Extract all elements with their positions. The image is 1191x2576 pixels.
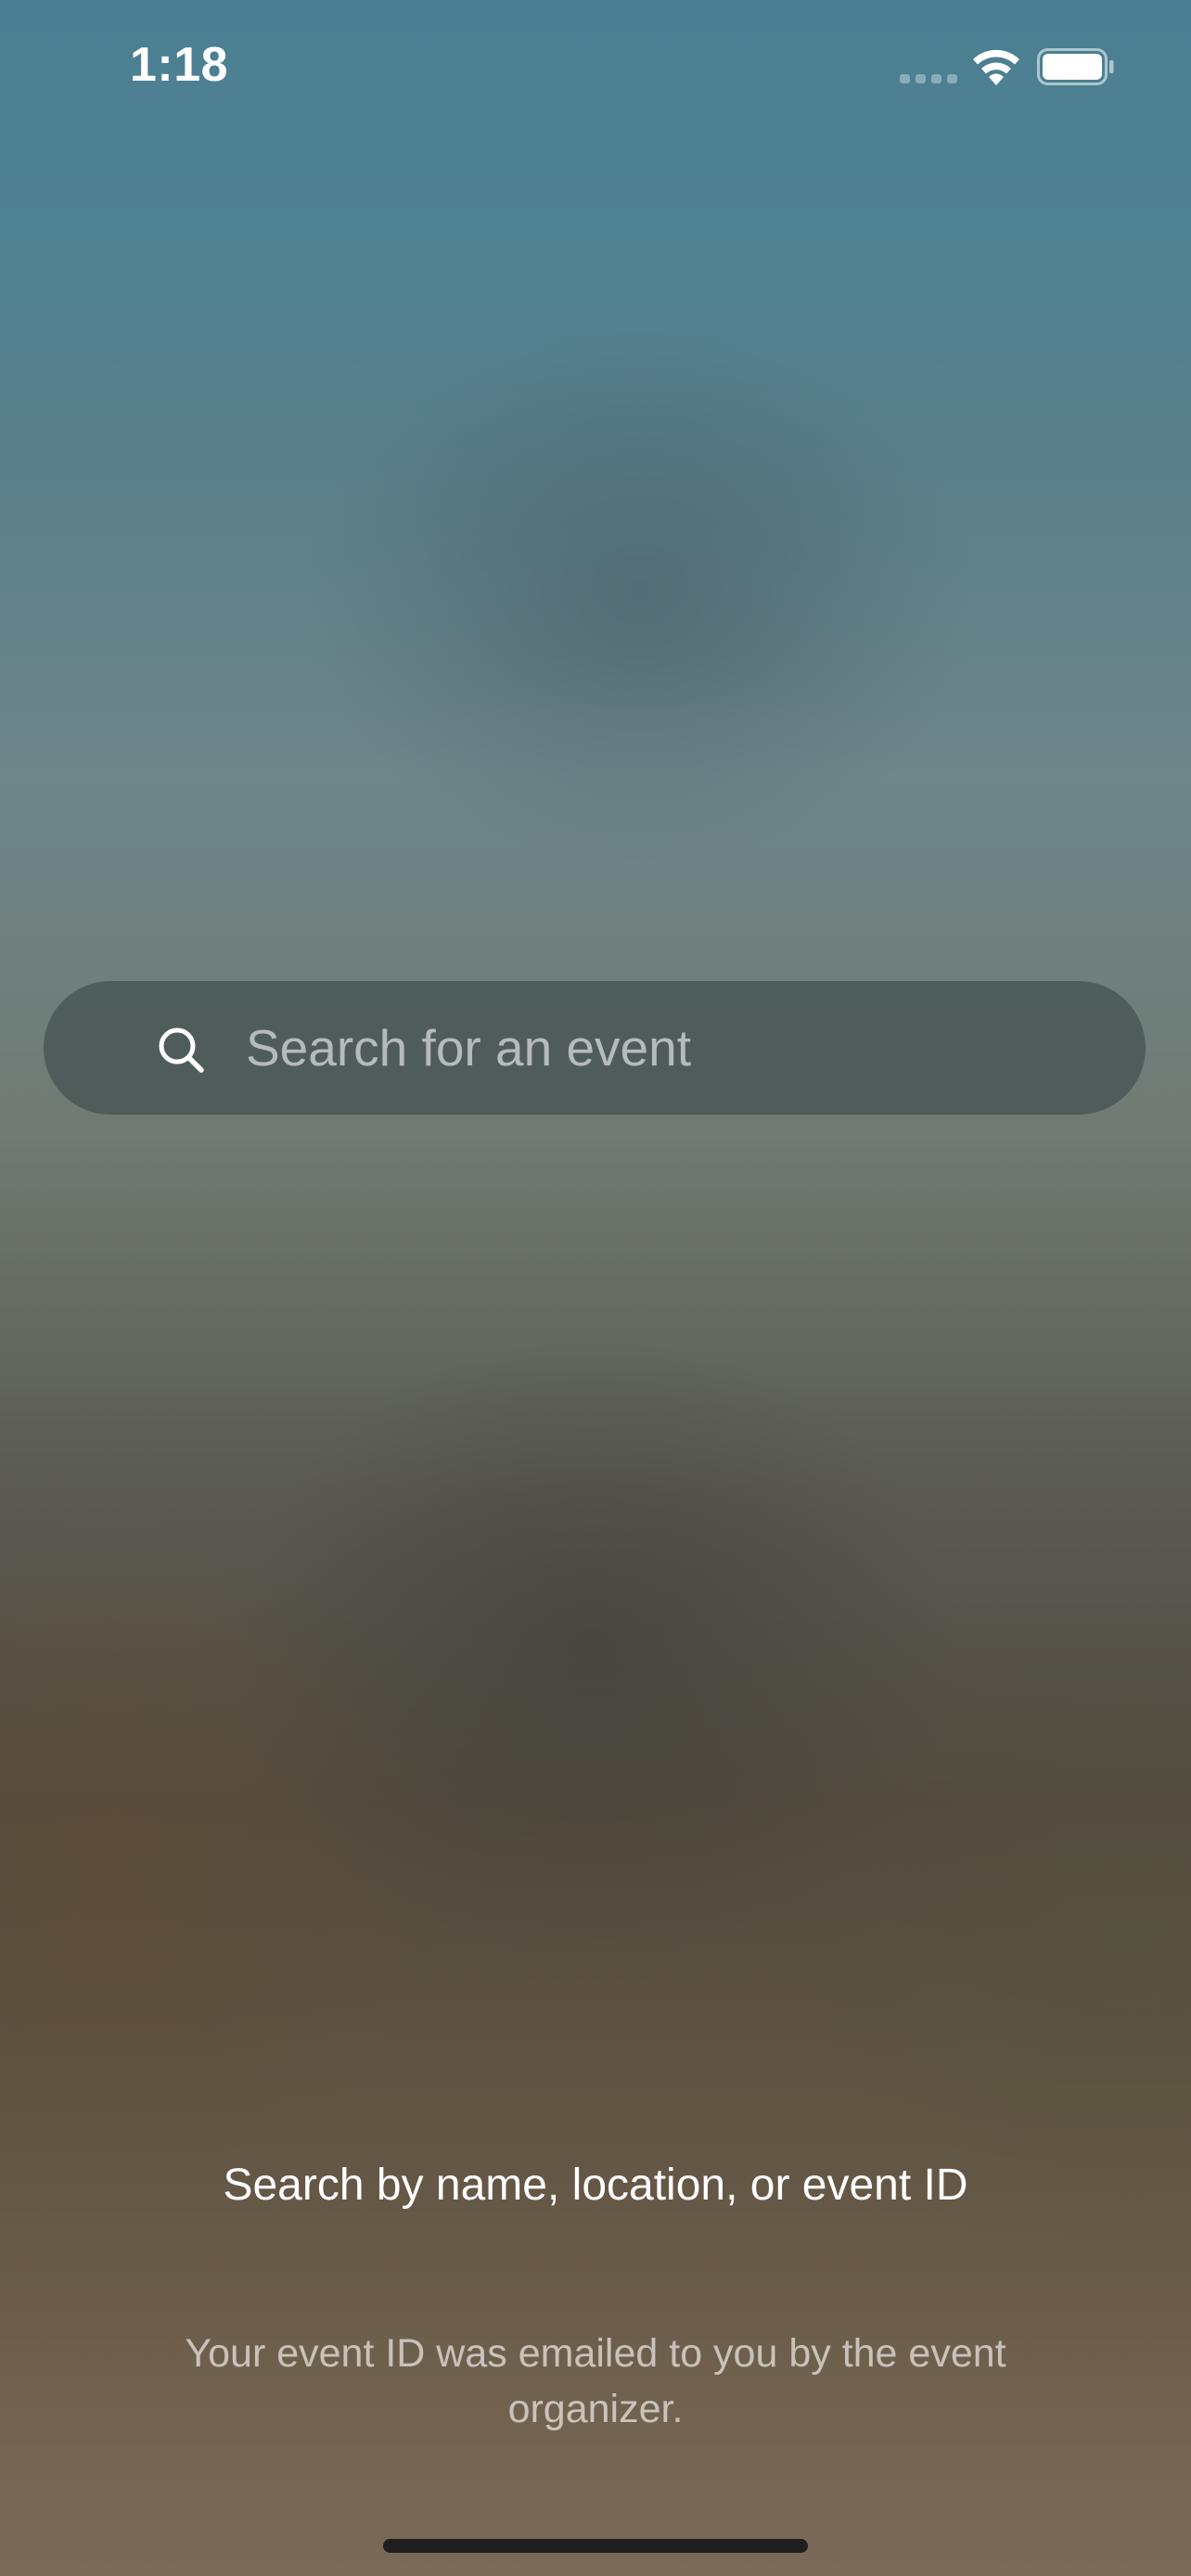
status-bar: 1:18 bbox=[0, 0, 1191, 139]
helper-subtitle: Your event ID was emailed to you by the … bbox=[185, 2331, 1006, 2431]
wifi-icon bbox=[970, 46, 1022, 87]
cellular-signal-icon bbox=[900, 72, 957, 83]
status-time: 1:18 bbox=[130, 38, 229, 92]
helper-title: Search by name, location, or event ID bbox=[223, 2161, 968, 2210]
search-bar[interactable] bbox=[44, 981, 1146, 1115]
home-indicator[interactable] bbox=[383, 2539, 808, 2553]
battery-icon bbox=[1037, 48, 1115, 85]
search-input[interactable] bbox=[199, 981, 1108, 1115]
